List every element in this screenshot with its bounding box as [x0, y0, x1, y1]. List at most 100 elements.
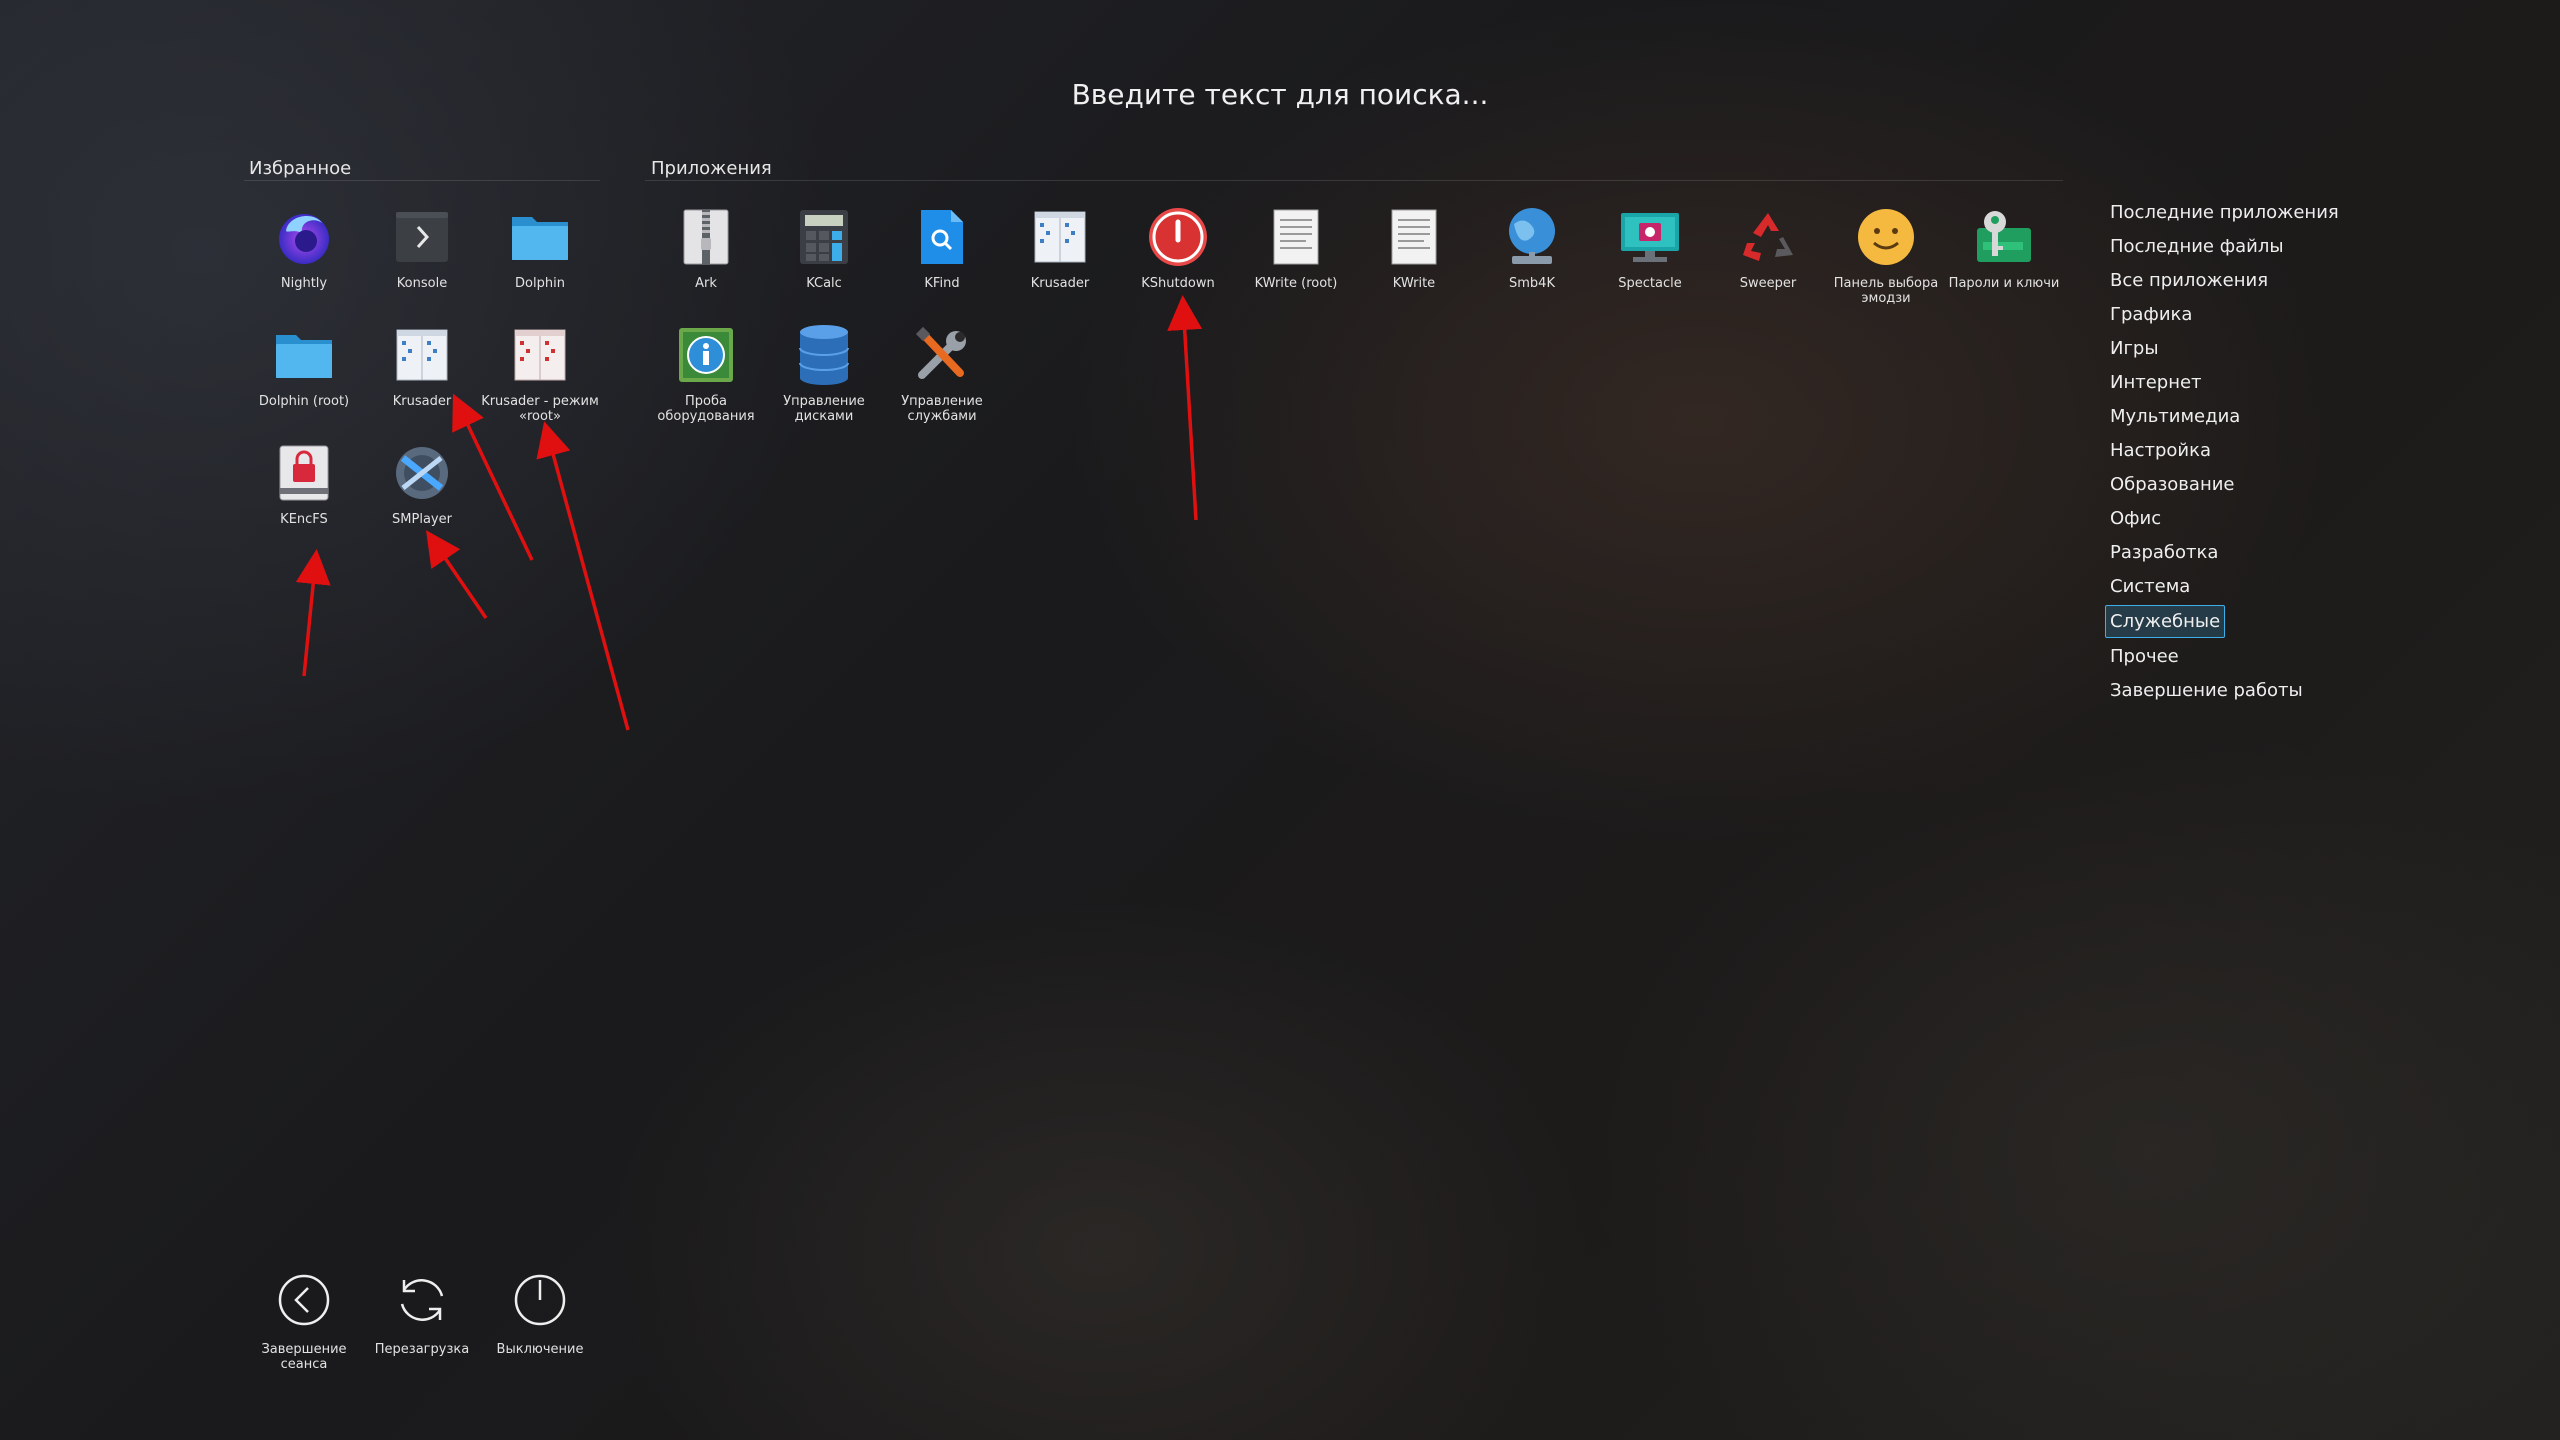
kwrite-icon [1265, 206, 1327, 268]
fav-label-dolphin: Dolphin [515, 276, 565, 291]
dolphin-folder-icon [509, 206, 571, 268]
app-label-emoji-picker: Панель выбора эмодзи [1833, 276, 1939, 306]
category-settings[interactable]: Настройка [2106, 434, 2343, 468]
logout-button[interactable]: Завершение сеанса [245, 1270, 363, 1372]
fav-tile-krusader[interactable]: Krusader [363, 324, 481, 409]
category-recent-files[interactable]: Последние файлы [2106, 230, 2343, 264]
logout-label: Завершение сеанса [261, 1342, 347, 1372]
dolphin-folder-icon [273, 324, 335, 386]
annotation-arrow-krusader-root [536, 421, 630, 731]
shutdown-label: Выключение [496, 1342, 584, 1357]
kfind-icon [911, 206, 973, 268]
category-graphics[interactable]: Графика [2106, 298, 2343, 332]
fav-tile-dolphin[interactable]: Dolphin [481, 206, 599, 291]
app-tile-spectacle[interactable]: Spectacle [1591, 206, 1709, 291]
app-label-kshutdown: KShutdown [1141, 276, 1215, 291]
krusader-icon [1029, 206, 1091, 268]
shutdown-button[interactable]: Выключение [481, 1270, 599, 1357]
emoji-picker-icon [1855, 206, 1917, 268]
app-label-kfind: KFind [924, 276, 960, 291]
restart-button[interactable]: Перезагрузка [363, 1270, 481, 1357]
app-tile-service-manager[interactable]: Управление службами [883, 324, 1001, 424]
spectacle-icon [1619, 206, 1681, 268]
passwords-keys-icon [1973, 206, 2035, 268]
app-tile-ark[interactable]: Ark [647, 206, 765, 291]
app-tile-kwrite[interactable]: KWrite [1355, 206, 1473, 291]
hardware-info-icon [675, 324, 737, 386]
app-tile-smb4k[interactable]: Smb4K [1473, 206, 1591, 291]
app-tile-hardware-info[interactable]: Проба оборудования [647, 324, 765, 424]
app-tile-emoji-picker[interactable]: Панель выбора эмодзи [1827, 206, 1945, 306]
firefox-nightly-icon [273, 206, 335, 268]
app-label-hardware-info: Проба оборудования [657, 394, 755, 424]
app-label-krusader: Krusader [1030, 276, 1090, 291]
app-tile-kshutdown[interactable]: KShutdown [1119, 206, 1237, 291]
app-label-smb4k: Smb4K [1509, 276, 1555, 291]
kshutdown-icon [1147, 206, 1209, 268]
logout-icon [274, 1270, 334, 1330]
category-utilities[interactable]: Служебные [2105, 605, 2226, 638]
app-tile-kfind[interactable]: KFind [883, 206, 1001, 291]
app-label-service-manager: Управление службами [901, 394, 983, 424]
app-label-kcalc: KCalc [806, 276, 842, 291]
category-recent-apps[interactable]: Последние приложения [2106, 196, 2343, 230]
applications-divider [645, 180, 2063, 181]
app-tile-kcalc[interactable]: KCalc [765, 206, 883, 291]
krusader-root-icon [509, 324, 571, 386]
category-games[interactable]: Игры [2106, 332, 2343, 366]
search-placeholder[interactable]: Введите текст для поиска... [0, 78, 2560, 111]
app-label-kwrite-root: KWrite (root) [1254, 276, 1338, 291]
category-office[interactable]: Офис [2106, 502, 2343, 536]
fav-label-nightly: Nightly [280, 276, 328, 291]
fav-tile-nightly[interactable]: Nightly [245, 206, 363, 291]
app-label-ark: Ark [695, 276, 717, 291]
category-system[interactable]: Система [2106, 570, 2343, 604]
krusader-icon [391, 324, 453, 386]
service-manager-icon [911, 324, 973, 386]
ark-archive-icon [675, 206, 737, 268]
category-internet[interactable]: Интернет [2106, 366, 2343, 400]
app-label-passwords-keys: Пароли и ключи [1948, 276, 2060, 291]
konsole-icon [391, 206, 453, 268]
restart-label: Перезагрузка [374, 1342, 470, 1357]
fav-tile-kencfs[interactable]: KEncFS [245, 442, 363, 527]
app-tile-sweeper[interactable]: Sweeper [1709, 206, 1827, 291]
favorites-divider [244, 180, 600, 181]
category-other[interactable]: Прочее [2106, 640, 2343, 674]
kcalc-icon [793, 206, 855, 268]
category-leave[interactable]: Завершение работы [2106, 674, 2343, 708]
kwrite-icon [1383, 206, 1445, 268]
app-tile-passwords-keys[interactable]: Пароли и ключи [1945, 206, 2063, 291]
annotation-arrow-kshutdown [1167, 295, 1203, 521]
favorites-heading: Избранное [249, 158, 352, 179]
fav-tile-dolphin-root[interactable]: Dolphin (root) [245, 324, 363, 409]
category-education[interactable]: Образование [2106, 468, 2343, 502]
fav-label-konsole: Konsole [396, 276, 448, 291]
fav-label-kencfs: KEncFS [280, 512, 328, 527]
smplayer-icon [391, 442, 453, 504]
category-all-apps[interactable]: Все приложения [2106, 264, 2343, 298]
fav-label-krusader-root: Krusader - режим «root» [481, 394, 599, 424]
smb4k-globe-icon [1501, 206, 1563, 268]
category-development[interactable]: Разработка [2106, 536, 2343, 570]
fav-tile-konsole[interactable]: Konsole [363, 206, 481, 291]
app-tile-disk-manager[interactable]: Управление дисками [765, 324, 883, 424]
fav-label-smplayer: SMPlayer [392, 512, 452, 527]
restart-icon [392, 1270, 452, 1330]
category-list: Последние приложения Последние файлы Все… [2105, 196, 2343, 708]
fav-label-krusader: Krusader [392, 394, 452, 409]
fav-tile-krusader-root[interactable]: Krusader - режим «root» [481, 324, 599, 424]
app-tile-krusader[interactable]: Krusader [1001, 206, 1119, 291]
fav-label-dolphin-root: Dolphin (root) [258, 394, 350, 409]
applications-heading: Приложения [651, 158, 772, 179]
annotation-arrow-kencfs [295, 549, 331, 677]
shutdown-icon [510, 1270, 570, 1330]
app-label-kwrite: KWrite [1392, 276, 1436, 291]
app-tile-kwrite-root[interactable]: KWrite (root) [1237, 206, 1355, 291]
app-label-spectacle: Spectacle [1618, 276, 1682, 291]
category-multimedia[interactable]: Мультимедиа [2106, 400, 2343, 434]
fav-tile-smplayer[interactable]: SMPlayer [363, 442, 481, 527]
sweeper-icon [1737, 206, 1799, 268]
annotation-arrow-smplayer [426, 530, 488, 619]
kencfs-lock-icon [273, 442, 335, 504]
